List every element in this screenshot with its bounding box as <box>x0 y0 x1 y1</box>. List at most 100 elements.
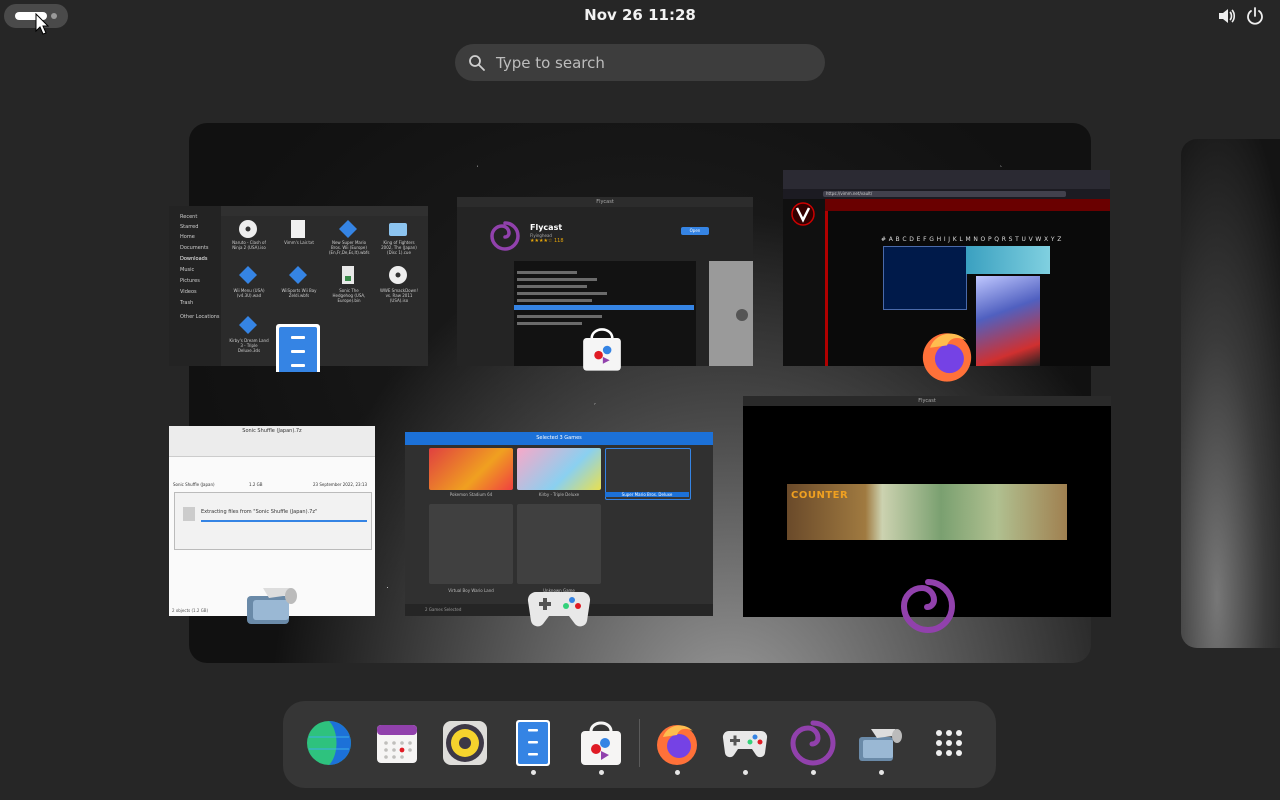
screenshot-row <box>517 285 587 288</box>
rom-file-icon[interactable] <box>337 218 359 240</box>
selection-title: Selected 3 Games <box>536 435 582 441</box>
game-tile-title: Pokemon Stadium 64 <box>449 492 493 497</box>
firefox-icon[interactable] <box>653 719 701 767</box>
sidebar-item-videos[interactable]: Videos <box>180 289 197 295</box>
game-library-icon[interactable] <box>721 719 769 767</box>
rom-file-icon[interactable] <box>237 314 259 336</box>
sidebar-item-home[interactable]: Home <box>180 234 195 240</box>
disc-image-icon[interactable] <box>237 218 259 240</box>
game-hud-text: COUNTER <box>791 490 849 501</box>
sidebar-item-documents[interactable]: Documents <box>180 245 209 251</box>
window-title: Flycast <box>918 398 936 404</box>
firefox-app-icon <box>922 333 972 382</box>
file-roller-app-icon <box>247 588 297 624</box>
disc-image-icon[interactable] <box>387 264 409 286</box>
vimm-banner <box>825 199 1110 211</box>
file-caption: New Super Mario Bros. Wii (Europe) (En,F… <box>329 240 370 255</box>
web-browser-icon[interactable] <box>305 719 353 767</box>
screenshot-row <box>517 315 602 318</box>
sidebar-item-trash[interactable]: Trash <box>180 300 193 306</box>
calendar-icon[interactable] <box>373 719 421 767</box>
archive-row-name[interactable]: Sonic Shuffle (Japan) <box>173 482 215 487</box>
folder-icon[interactable] <box>387 218 409 240</box>
file-caption: Naruto - Clash of Ninja 2 (USA).iso <box>232 240 266 250</box>
text-file-icon[interactable] <box>287 218 309 240</box>
running-indicator <box>599 770 604 775</box>
sidebar-item-pictures[interactable]: Pictures <box>180 278 200 284</box>
extract-progress-bar <box>201 520 367 522</box>
url-bar[interactable]: https://vimm.net/vault/ <box>823 191 1066 197</box>
vimm-game-info <box>883 246 967 310</box>
file-caption: King of Fighters 2002, The (Japan) (Disc… <box>381 240 417 255</box>
sidebar-item-starred[interactable]: Starred <box>180 224 198 230</box>
binary-file-icon[interactable] <box>337 264 359 286</box>
clock[interactable]: Nov 26 11:28 <box>560 6 720 24</box>
gamepad-app-icon <box>527 591 591 627</box>
game-tile-title: Virtual Boy Wario Land <box>448 588 494 593</box>
volume-icon[interactable] <box>1216 6 1236 26</box>
screenshot-row <box>517 299 592 302</box>
top-bar: Nov 26 11:28 <box>0 0 1280 32</box>
search-placeholder: Type to search <box>496 54 605 72</box>
status-bar: 2 objects (1.2 GB) <box>172 608 209 613</box>
sidebar-item-downloads[interactable]: Downloads <box>180 256 207 262</box>
file-caption: Kirby's Dream Land 3 - Triple Deluxe.3ds <box>229 338 269 353</box>
screenshot-row <box>517 271 577 274</box>
app-rating: ★★★★☆ 118 <box>530 238 564 244</box>
archive-row-date: 23 September 2022, 23:13 <box>313 482 367 487</box>
window-title: Sonic Shuffle (Japan).7z <box>242 428 302 434</box>
file-roller-headerbar: Sonic Shuffle (Japan).7z <box>169 426 375 457</box>
software-headerbar: Flycast <box>457 197 753 207</box>
screenshot-row <box>517 292 607 295</box>
dash-separator <box>639 719 640 767</box>
screenshot-row <box>517 322 582 325</box>
extract-progress-text: Extracting files from "Sonic Shuffle (Ja… <box>201 509 318 515</box>
sidebar-item-recent[interactable]: Recent <box>180 214 197 220</box>
game-tile-placeholder[interactable] <box>517 504 601 584</box>
running-indicator <box>531 770 536 775</box>
power-icon[interactable] <box>1245 6 1265 26</box>
search-entry[interactable]: Type to search <box>455 44 825 81</box>
open-app-button[interactable]: Open <box>681 227 709 235</box>
app-name: Flycast <box>530 223 563 232</box>
screenshot-row <box>517 278 597 281</box>
sidebar-item-other-locations[interactable]: Other Locations <box>180 314 220 320</box>
rom-file-icon[interactable] <box>237 264 259 286</box>
rom-file-icon[interactable] <box>287 264 309 286</box>
software-icon[interactable] <box>577 719 625 767</box>
flycast-icon <box>490 221 520 251</box>
vimm-download-banner[interactable] <box>966 246 1050 274</box>
game-tile-cover[interactable] <box>517 448 601 490</box>
rhythmbox-icon[interactable] <box>441 719 489 767</box>
search-icon <box>469 55 485 71</box>
sidebar-item-music[interactable]: Music <box>180 267 194 273</box>
workspace-indicator-inactive <box>51 13 57 19</box>
workspace-next[interactable] <box>1181 139 1280 648</box>
game-viewport[interactable]: COUNTER <box>787 484 1067 540</box>
screenshot-selected-row <box>514 305 694 310</box>
vimm-logo-icon <box>791 202 815 226</box>
game-tile-placeholder[interactable] <box>429 504 513 584</box>
files-icon[interactable] <box>509 719 557 767</box>
file-caption: Wii Menu (USA) (v4.3U).wad <box>233 288 265 298</box>
archive-row-size: 1.2 GB <box>249 482 263 487</box>
files-app-icon <box>276 324 320 372</box>
vimm-letter-index[interactable]: # A B C D E F G H I J K L M N O P Q R S … <box>881 236 1062 243</box>
flycast-icon[interactable] <box>789 719 837 767</box>
game-tile-cover[interactable] <box>429 448 513 490</box>
firefox-tabbar <box>783 170 1110 189</box>
show-applications-icon[interactable] <box>925 719 973 767</box>
extract-progress-dialog: Extracting files from "Sonic Shuffle (Ja… <box>174 492 372 550</box>
games-headerbar: Selected 3 Games <box>405 432 713 445</box>
running-indicator <box>675 770 680 775</box>
game-tile-title: Super Mario Bros. Deluxe <box>605 492 689 497</box>
running-indicator <box>743 770 748 775</box>
files-headerbar <box>221 206 428 216</box>
flycast-app-icon <box>900 579 955 633</box>
mouse-cursor-icon <box>35 13 49 35</box>
file-caption: Sonic The Hedgehog (USA, Europe).bin <box>332 288 366 303</box>
file-caption: WWE SmackDown! vs. Raw 2011 (USA).iso <box>379 288 419 303</box>
file-caption: WiiSports Wii Bay Zeldi.wbfs <box>281 288 317 298</box>
file-roller-icon[interactable] <box>857 719 905 767</box>
screenshot-next-arrow[interactable] <box>736 309 748 321</box>
